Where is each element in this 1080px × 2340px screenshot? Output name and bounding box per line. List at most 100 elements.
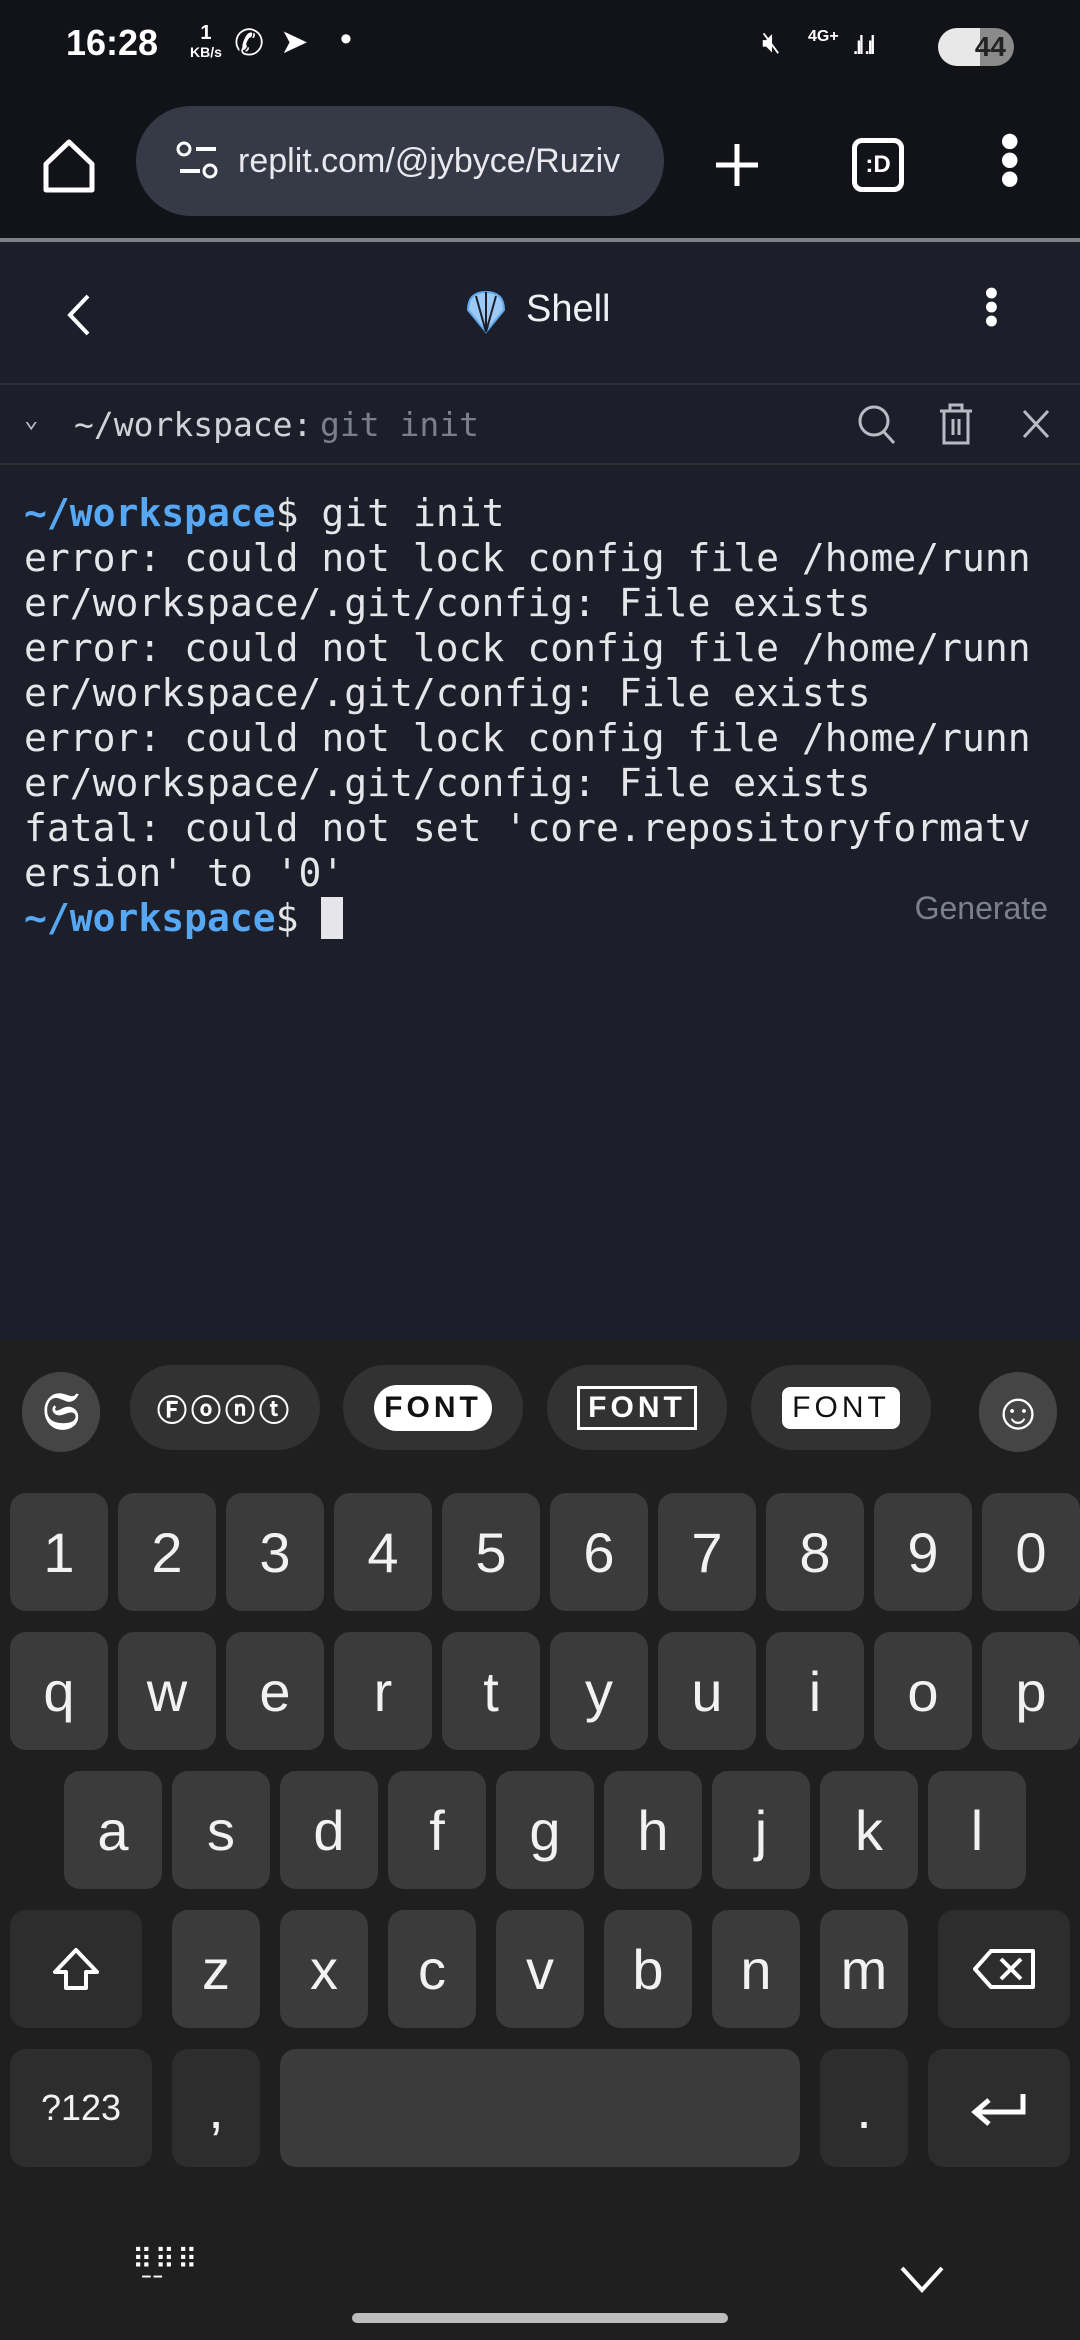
comma-key[interactable]: , [172,2049,260,2167]
prompt-suffix: $ [275,896,322,940]
key-8[interactable]: 8 [766,1493,864,1611]
key-u[interactable]: u [658,1632,756,1750]
period-key[interactable]: . [820,2049,908,2167]
key-6[interactable]: 6 [550,1493,648,1611]
key-b[interactable]: b [604,1910,692,2028]
output-line: er/workspace/.git/config: File exists [24,581,871,625]
status-bar: 16:28 1 KB/s ✆ ➤ • 🔇︎ 4G+ .ıl .ıl 44 [0,0,1080,90]
backspace-key[interactable] [938,1910,1070,2028]
key-p[interactable]: p [982,1632,1080,1750]
key-k[interactable]: k [820,1771,918,1889]
new-tab-icon[interactable] [712,140,762,190]
font-suggestion-circled[interactable]: Ⓕⓞⓝⓣ [130,1365,320,1450]
command-line: $ git init [275,491,505,535]
url-text[interactable]: replit.com/@jybyce/Ruziv [238,142,620,181]
collapse-chevron-icon[interactable]: ⌄ [24,405,38,433]
key-n[interactable]: n [712,1910,800,2028]
enter-key[interactable] [928,2049,1070,2167]
key-0[interactable]: 0 [982,1493,1080,1611]
prompt-path: ~/workspace [24,491,276,535]
font-suggestion-text: FONT [782,1386,900,1429]
key-t[interactable]: t [442,1632,540,1750]
stylish-text-icon[interactable]: 𝔖 [22,1372,100,1452]
output-line: er/workspace/.git/config: File exists [24,761,871,805]
key-3[interactable]: 3 [226,1493,324,1611]
key-e[interactable]: e [226,1632,324,1750]
dot-icon: • [340,20,352,58]
key-a[interactable]: a [64,1771,162,1889]
telegram-icon: ➤ [280,23,309,61]
key-q[interactable]: q [10,1632,108,1750]
output-line: er/workspace/.git/config: File exists [24,671,871,715]
site-settings-icon[interactable] [176,141,220,181]
output-line: error: could not lock config file /home/… [24,536,1031,580]
font-suggestion-filled[interactable]: FONT [343,1365,523,1450]
font-suggestion-boxed[interactable]: FONT [547,1365,727,1450]
net-speed-unit: KB/s [190,44,222,60]
font-suggestion-squared[interactable]: FONT [751,1365,931,1450]
generate-button[interactable]: Generate [915,890,1048,927]
key-z[interactable]: z [172,1910,260,2028]
key-g[interactable]: g [496,1771,594,1889]
emoji-icon[interactable]: ☺ [979,1372,1057,1452]
shell-tab[interactable]: ⌄ ~/workspace: git init [0,385,1080,465]
key-i[interactable]: i [766,1632,864,1750]
key-c[interactable]: c [388,1910,476,2028]
space-key[interactable] [280,2049,800,2167]
tab-path: ~/workspace: [74,405,313,444]
key-d[interactable]: d [280,1771,378,1889]
key-9[interactable]: 9 [874,1493,972,1611]
battery-indicator: 44 [938,28,1014,66]
key-l[interactable]: l [928,1771,1026,1889]
shell-header: Shell ••• [0,242,1080,385]
key-5[interactable]: 5 [442,1493,540,1611]
symbols-key[interactable]: ?123 [10,2049,152,2167]
hide-keyboard-icon[interactable] [898,2264,946,2294]
key-o[interactable]: o [874,1632,972,1750]
network-type: 4G+ [808,28,839,45]
key-2[interactable]: 2 [118,1493,216,1611]
key-s[interactable]: s [172,1771,270,1889]
key-7[interactable]: 7 [658,1493,756,1611]
more-options-icon[interactable]: ••• [969,286,1013,328]
key-4[interactable]: 4 [334,1493,432,1611]
keyboard-switch-icon[interactable]: ⠿⠿⠿ ˗˗ [132,2246,200,2286]
key-w[interactable]: w [118,1632,216,1750]
key-f[interactable]: f [388,1771,486,1889]
page-title: Shell [526,288,611,330]
browser-menu-icon[interactable]: ••• [980,132,1040,189]
trash-icon[interactable] [936,401,976,447]
back-icon[interactable] [64,292,94,338]
net-speed: 1 KB/s [190,22,222,61]
mute-icon: 🔇︎ [762,26,781,59]
key-r[interactable]: r [334,1632,432,1750]
output-line: fatal: could not set 'core.repositoryfor… [24,806,1031,850]
enter-icon [971,2094,1026,2126]
url-bar[interactable]: replit.com/@jybyce/Ruziv [136,106,664,216]
text-cursor [321,897,344,939]
clock: 16:28 [66,22,159,63]
net-speed-value: 1 [200,22,212,44]
search-icon[interactable] [856,403,898,447]
shift-key[interactable] [10,1910,142,2028]
home-icon[interactable] [42,138,96,194]
shell-icon [466,290,506,334]
key-x[interactable]: x [280,1910,368,2028]
key-v[interactable]: v [496,1910,584,2028]
font-suggestion-text: FONT [577,1385,697,1430]
output-line: ersion' to '0' [24,851,345,895]
output-line: error: could not lock config file /home/… [24,626,1031,670]
key-1[interactable]: 1 [10,1493,108,1611]
signal-icon: .ıl .ıl [852,30,876,60]
gesture-handle[interactable] [352,2313,728,2323]
key-j[interactable]: j [712,1771,810,1889]
close-icon[interactable] [1020,407,1052,441]
tab-command: git init [320,405,479,444]
tab-switcher-button[interactable]: :D [852,138,904,192]
key-h[interactable]: h [604,1771,702,1889]
key-y[interactable]: y [550,1632,648,1750]
key-m[interactable]: m [820,1910,908,2028]
shift-icon [53,1948,99,1990]
font-suggestion-text: FONT [374,1384,492,1431]
prompt-path: ~/workspace [24,896,276,940]
